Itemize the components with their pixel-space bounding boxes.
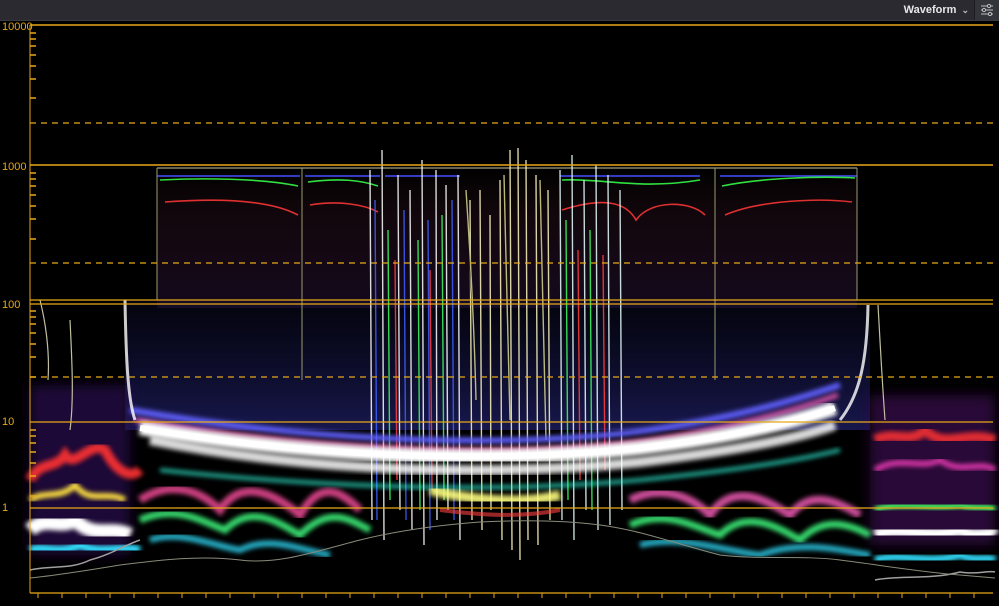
- scale-label-10: 10: [2, 416, 15, 428]
- scale-label-10000: 10000: [2, 21, 33, 33]
- scale-label-1000: 1000: [2, 161, 27, 173]
- scope-toolbar: Waveform ⌄: [0, 0, 999, 21]
- chevron-down-icon: ⌄: [961, 4, 969, 15]
- horizontal-ticks: [37, 593, 975, 598]
- scope-settings-button[interactable]: [974, 0, 999, 20]
- scale-label-100: 100: [2, 299, 21, 311]
- scope-type-dropdown[interactable]: Waveform ⌄: [904, 0, 969, 20]
- trace-lower-lobes: [137, 485, 872, 559]
- scale-label-1: 1: [2, 502, 9, 514]
- scope-type-label: Waveform: [903, 4, 957, 16]
- waveform-trace: [25, 24, 999, 598]
- sliders-icon: [981, 4, 993, 16]
- waveform-scope[interactable]: 10000 1000 100 10 1: [0, 21, 999, 606]
